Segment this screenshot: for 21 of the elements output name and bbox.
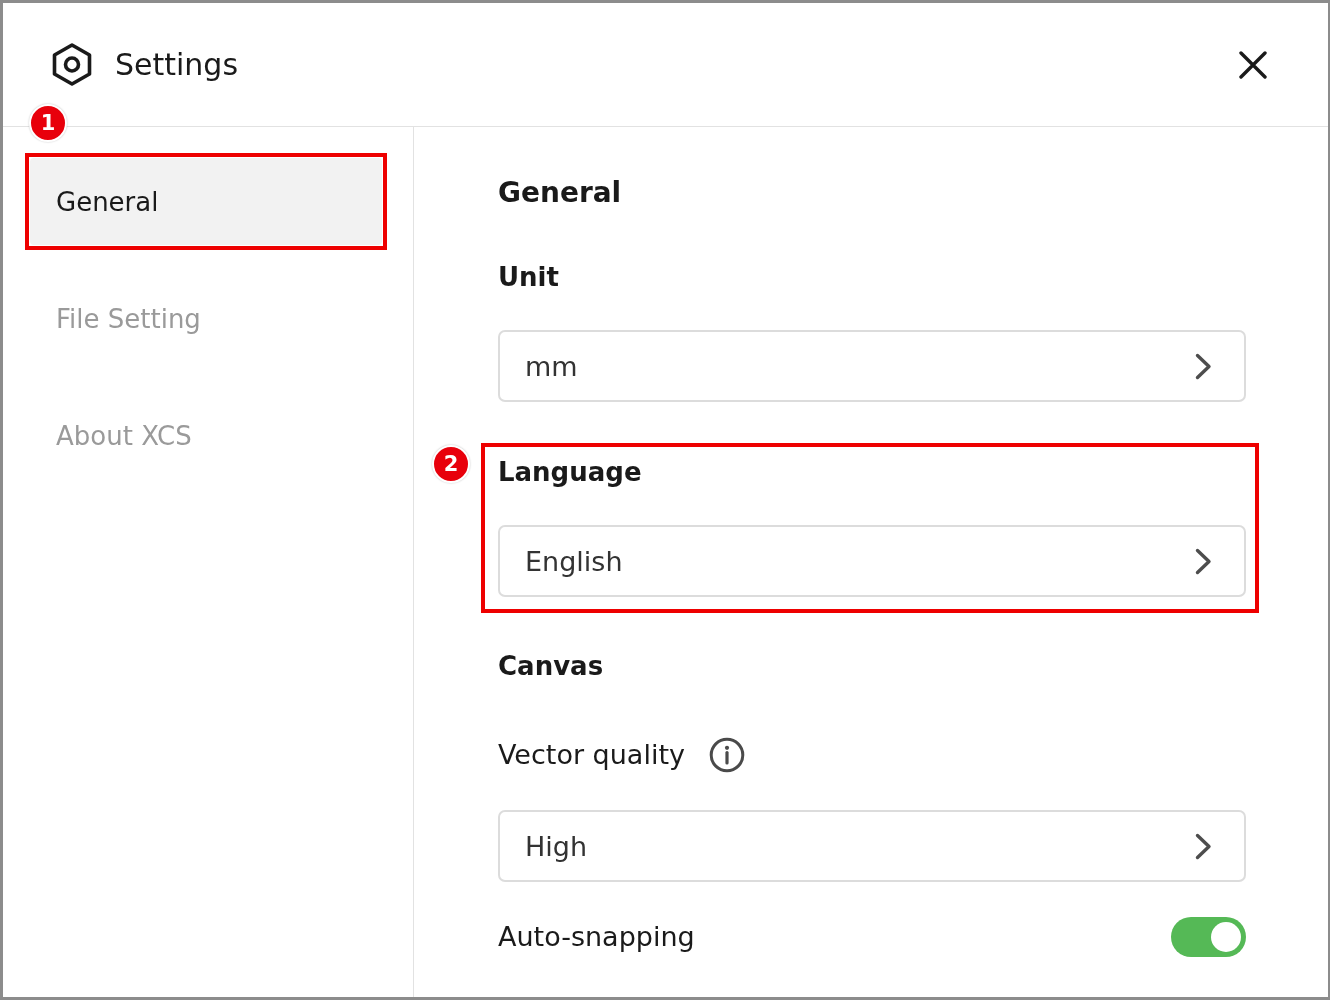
dropdown-field[interactable]: English bbox=[498, 525, 1246, 597]
close-icon bbox=[1239, 50, 1267, 79]
toggle-switch[interactable] bbox=[1171, 917, 1246, 957]
window-title: Settings bbox=[115, 45, 239, 84]
page-heading: General bbox=[498, 179, 623, 207]
group-heading: Canvas bbox=[498, 650, 605, 683]
field-label: Vector quality bbox=[498, 738, 685, 772]
step-number-badge: 1 bbox=[29, 104, 67, 142]
chevron-right-icon bbox=[1195, 547, 1212, 575]
group-heading: Language bbox=[498, 456, 643, 489]
group-heading: Unit bbox=[498, 261, 560, 294]
info-icon[interactable] bbox=[709, 737, 745, 773]
chevron-right-icon bbox=[1195, 832, 1212, 860]
chevron-right-icon bbox=[1195, 352, 1212, 380]
step-number-badge: 2 bbox=[432, 445, 470, 483]
dropdown-field[interactable]: mm bbox=[498, 330, 1246, 402]
close-button[interactable] bbox=[1239, 50, 1267, 79]
dropdown-field[interactable]: High bbox=[498, 810, 1246, 882]
field-label: Auto-snapping bbox=[498, 920, 695, 954]
sidebar-item[interactable]: General bbox=[30, 158, 382, 245]
settings-icon bbox=[52, 43, 92, 86]
